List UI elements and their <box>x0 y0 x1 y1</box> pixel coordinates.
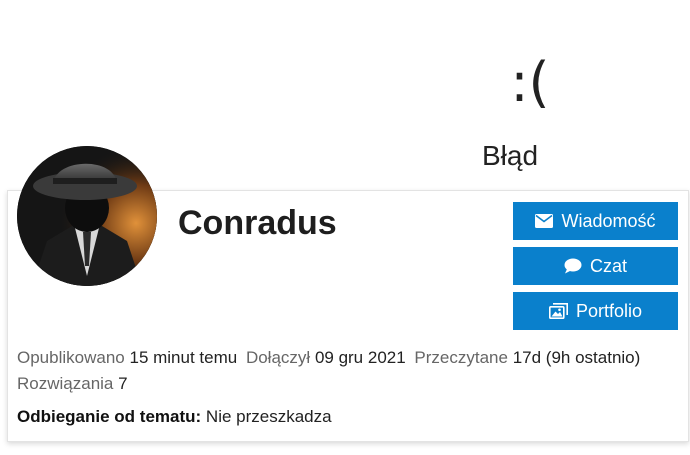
avatar-image <box>17 146 157 286</box>
message-button-label: Wiadomość <box>561 210 656 231</box>
stat-published-value: 15 minut temu <box>129 348 238 367</box>
images-icon <box>548 303 568 319</box>
stat-solutions: Rozwiązania 7 <box>17 374 128 393</box>
message-button[interactable]: Wiadomość <box>513 202 678 240</box>
stat-published: Opublikowano 15 minut temu <box>17 348 242 367</box>
chat-bubble-icon <box>564 258 582 274</box>
username[interactable]: Conradus <box>178 200 337 246</box>
portfolio-button[interactable]: Portfolio <box>513 292 678 330</box>
stat-read-value: 17d (9h ostatnio) <box>512 348 641 367</box>
offtopic-label: Odbieganie od tematu: <box>17 407 202 426</box>
sad-face-emoticon: :( <box>510 51 550 114</box>
envelope-icon <box>535 214 554 228</box>
chat-button-label: Czat <box>589 255 627 276</box>
stat-read-label: Przeczytane <box>414 348 508 367</box>
user-stats: Opublikowano 15 minut temu Dołączył 09 g… <box>17 345 677 397</box>
stat-joined-value: 09 gru 2021 <box>314 348 406 367</box>
stat-joined: Dołączył 09 gru 2021 <box>246 348 410 367</box>
stat-solutions-label: Rozwiązania <box>17 374 114 393</box>
portfolio-button-label: Portfolio <box>575 300 643 321</box>
offtopic-value: Nie przeszkadza <box>205 407 332 426</box>
stat-joined-label: Dołączył <box>245 348 311 367</box>
error-message: Błąd <box>481 140 539 171</box>
stat-read: Przeczytane 17d (9h ostatnio) <box>414 348 640 367</box>
avatar[interactable] <box>17 146 157 286</box>
stat-published-label: Opublikowano <box>17 348 125 367</box>
offtopic-preference: Odbieganie od tematu: Nie przeszkadza <box>17 404 332 430</box>
chat-button[interactable]: Czat <box>513 247 678 285</box>
stat-solutions-value: 7 <box>118 374 128 393</box>
